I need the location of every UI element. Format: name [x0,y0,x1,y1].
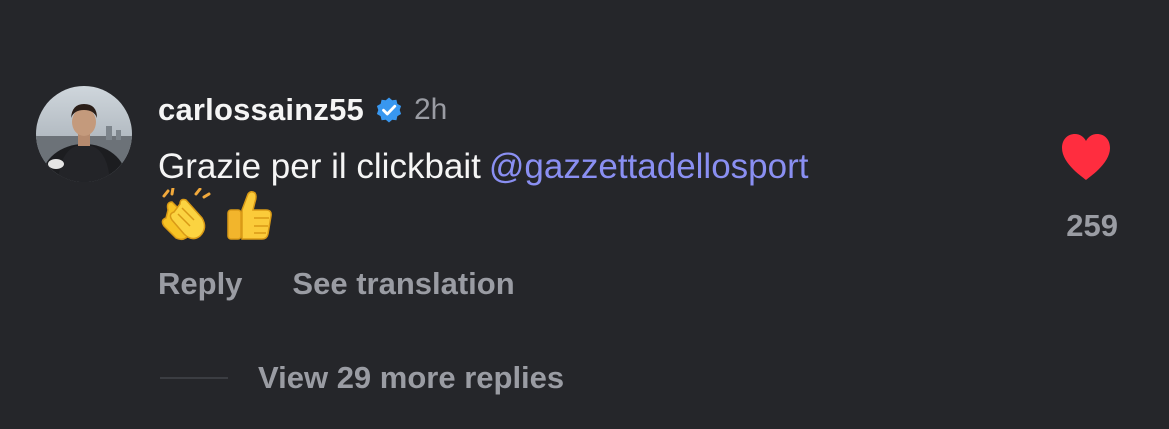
replies-divider [160,377,228,379]
reply-button[interactable]: Reply [158,266,242,302]
comment-header: carlossainz55 2h [158,88,447,132]
comment-timestamp: 2h [413,93,448,126]
comment-actions: Reply See translation [158,262,515,306]
username[interactable]: carlossainz55 [158,92,364,128]
emoji-row [158,188,276,244]
heart-icon [1062,134,1110,180]
avatar-image [36,86,132,182]
thumbs-up-emoji [220,188,276,244]
comment: carlossainz55 2h Grazie per il clickbait… [0,0,1169,429]
like-button[interactable] [1058,132,1114,182]
like-count: 259 [1066,208,1118,243]
clapping-hands-emoji [158,188,214,244]
avatar[interactable] [36,86,132,182]
verified-badge-icon [374,95,404,125]
see-translation-button[interactable]: See translation [292,266,514,302]
mention-link[interactable]: @gazzettadellosport [489,147,809,186]
comment-text: Grazie per il clickbait [158,147,481,186]
view-more-replies[interactable]: View 29 more replies [160,356,564,400]
view-more-replies-label[interactable]: View 29 more replies [258,360,564,396]
comment-body: Grazie per il clickbait @gazzettadellospo… [158,144,1018,190]
